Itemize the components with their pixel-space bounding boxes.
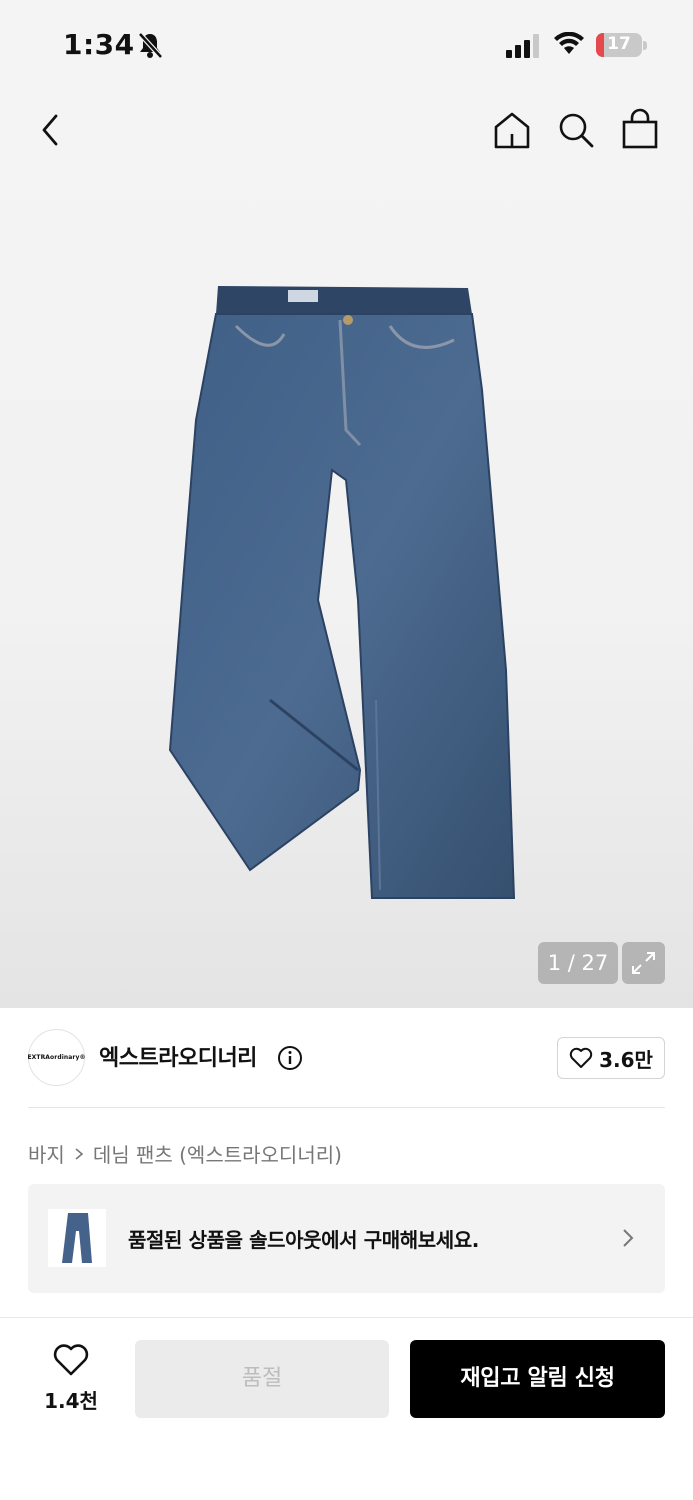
battery-tip — [643, 41, 647, 50]
breadcrumb-category[interactable]: 바지 — [28, 1139, 65, 1168]
breadcrumb: 바지 데님 팬츠 (엑스트라오디너리) — [28, 1139, 342, 1168]
info-icon[interactable] — [277, 1045, 303, 1071]
brand-logo-text: EXTRAordinary® — [27, 1054, 86, 1061]
expand-arrows-icon — [632, 952, 655, 974]
brand-name[interactable]: 엑스트라오디너리 — [99, 1040, 257, 1072]
cellular-signal-icon — [506, 34, 539, 58]
product-image-gallery[interactable]: 1 / 27 — [0, 0, 693, 1008]
brand-like-button[interactable]: 3.6만 — [557, 1037, 665, 1079]
banner-thumbnail — [48, 1209, 106, 1267]
divider — [28, 1107, 665, 1108]
wifi-icon — [554, 32, 584, 54]
status-time: 1:34 — [63, 28, 135, 61]
chevron-right-icon — [75, 1147, 84, 1160]
battery-percent: 17 — [607, 34, 631, 54]
wishlist-button[interactable]: 1.4천 — [30, 1343, 112, 1417]
wishlist-count: 1.4천 — [44, 1389, 98, 1413]
expand-image-button[interactable] — [622, 942, 665, 984]
restock-notify-button[interactable]: 재입고 알림 신청 — [410, 1340, 665, 1418]
brand-logo[interactable]: EXTRAordinary® — [27, 1029, 86, 1086]
home-icon[interactable] — [492, 110, 532, 150]
back-chevron-icon[interactable] — [36, 112, 64, 148]
search-icon[interactable] — [556, 110, 596, 150]
shopping-bag-icon[interactable] — [620, 108, 660, 150]
heart-outline-icon — [569, 1047, 593, 1068]
status-bar: 1:34 17 — [0, 0, 693, 92]
banner-text: 품절된 상품을 솔드아웃에서 구매해보세요. — [128, 1228, 479, 1252]
brand-like-count: 3.6만 — [599, 1047, 653, 1072]
chevron-right-icon — [623, 1229, 634, 1247]
battery-icon: 17 — [596, 33, 642, 57]
breadcrumb-subcategory[interactable]: 데님 팬츠 (엑스트라오디너리) — [93, 1139, 342, 1168]
heart-outline-icon — [53, 1344, 89, 1376]
jeans-thumbnail-image — [62, 1213, 92, 1263]
divider — [0, 1317, 693, 1318]
product-image-jeans — [168, 286, 516, 899]
bell-slash-icon — [138, 32, 163, 59]
image-counter: 1 / 27 — [538, 942, 618, 984]
soldout-button: 품절 — [135, 1340, 389, 1418]
soldout-marketplace-banner[interactable]: 품절된 상품을 솔드아웃에서 구매해보세요. — [28, 1184, 665, 1293]
